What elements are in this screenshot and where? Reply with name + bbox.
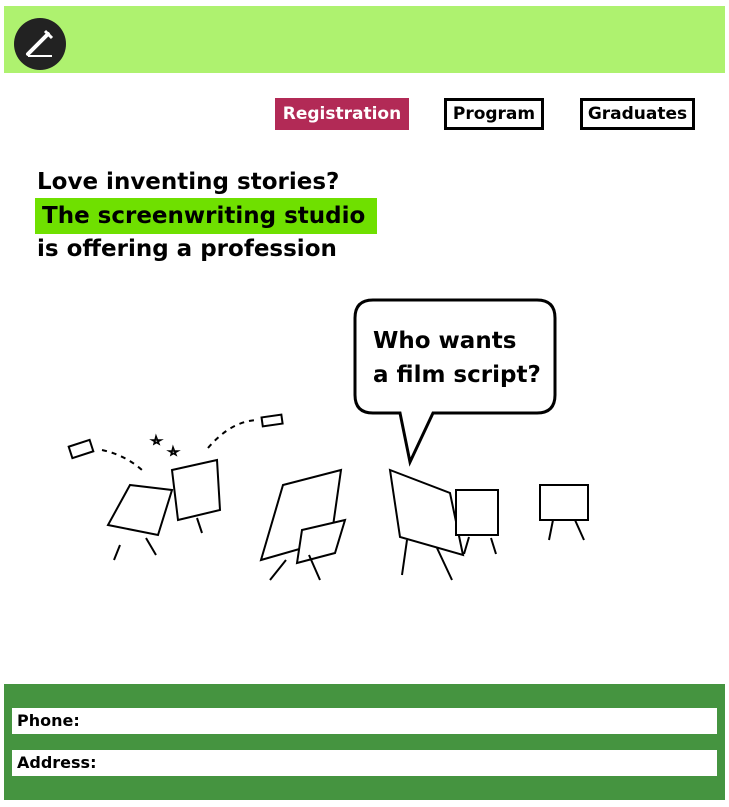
stars-icon (149, 433, 181, 457)
hero-line-3: is offering a profession (37, 236, 337, 262)
hero-highlight: The screenwriting studio (35, 198, 377, 234)
graduates-button[interactable]: Graduates (580, 98, 695, 130)
book-characters (67, 413, 589, 581)
pen-icon (26, 29, 54, 57)
site-footer: Phone: Address: (4, 684, 725, 800)
site-header (4, 6, 725, 73)
program-button[interactable]: Program (444, 98, 544, 130)
hero-line-1: Love inventing stories? (37, 169, 340, 195)
registration-button[interactable]: Registration (275, 98, 409, 130)
illustration (67, 298, 589, 581)
speech-text-line-1: Who wants (373, 328, 517, 354)
speech-text-line-2: a film script? (373, 362, 541, 388)
logo[interactable] (14, 18, 66, 70)
phone-field: Phone: (12, 708, 717, 734)
address-field: Address: (12, 750, 717, 776)
